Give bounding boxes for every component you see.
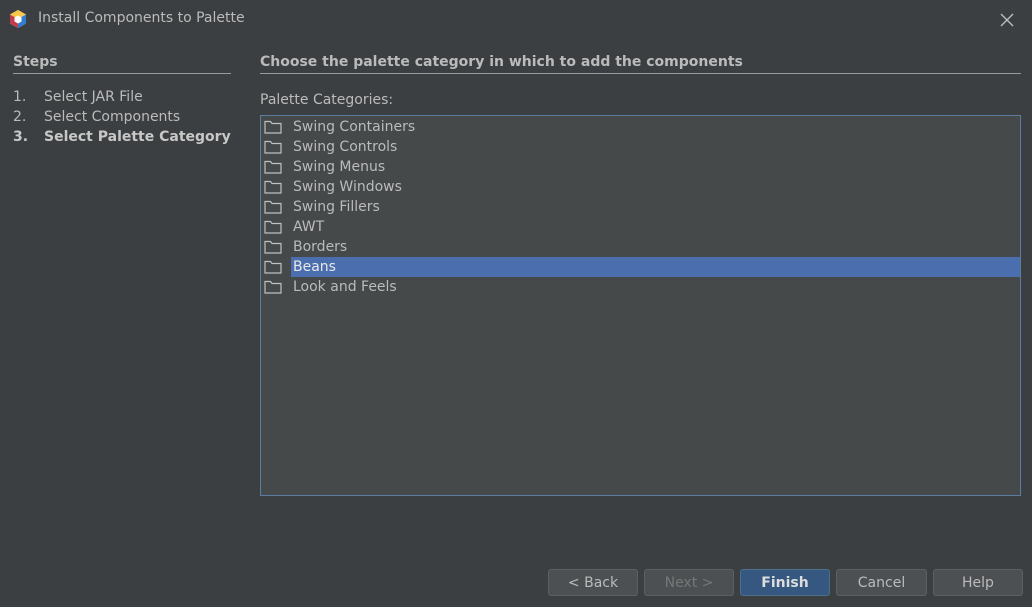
list-item-label: Swing Fillers xyxy=(293,199,380,215)
next-button[interactable]: Next > xyxy=(644,569,734,596)
window-title: Install Components to Palette xyxy=(38,10,245,26)
step-label: Select Palette Category xyxy=(44,129,231,145)
list-item-swing-controls[interactable]: Swing Controls xyxy=(261,137,1020,157)
finish-button[interactable]: Finish xyxy=(740,569,830,596)
list-item-swing-fillers[interactable]: Swing Fillers xyxy=(261,197,1020,217)
list-item-swing-windows[interactable]: Swing Windows xyxy=(261,177,1020,197)
steps-divider xyxy=(13,73,231,74)
list-item-awt[interactable]: AWT xyxy=(261,217,1020,237)
folder-icon xyxy=(264,200,282,214)
list-item-look-and-feels[interactable]: Look and Feels xyxy=(261,277,1020,297)
list-item-label: Borders xyxy=(293,239,348,255)
list-item-label: Swing Controls xyxy=(293,139,398,155)
title-bar: Install Components to Palette xyxy=(0,0,1032,38)
list-item-swing-menus[interactable]: Swing Menus xyxy=(261,157,1020,177)
step-label: Select Components xyxy=(44,109,181,125)
list-item-label: Swing Containers xyxy=(293,119,416,135)
palette-categories-label: Palette Categories: xyxy=(260,92,394,108)
heading-divider xyxy=(260,73,1021,74)
step-number: 3. xyxy=(13,129,29,145)
list-item-swing-containers[interactable]: Swing Containers xyxy=(261,117,1020,137)
netbeans-cube-icon xyxy=(10,10,26,28)
page-heading: Choose the palette category in which to … xyxy=(260,54,743,70)
folder-icon xyxy=(264,240,282,254)
close-icon[interactable] xyxy=(996,9,1018,31)
palette-categories-list[interactable]: Swing Containers Swing Controls Swing Me… xyxy=(260,115,1021,496)
folder-icon xyxy=(264,140,282,154)
step-label: Select JAR File xyxy=(44,89,143,105)
step-number: 2. xyxy=(13,109,27,125)
list-item-label: Swing Menus xyxy=(293,159,386,175)
help-button[interactable]: Help xyxy=(933,569,1023,596)
step-number: 1. xyxy=(13,89,27,105)
list-item-label: Beans xyxy=(291,257,1020,277)
folder-icon xyxy=(264,160,282,174)
list-item-label: Look and Feels xyxy=(293,279,397,295)
list-item-label: AWT xyxy=(293,219,325,235)
list-item-beans[interactable]: Beans xyxy=(261,257,1020,277)
list-item-borders[interactable]: Borders xyxy=(261,237,1020,257)
steps-heading: Steps xyxy=(13,54,58,70)
back-button[interactable]: < Back xyxy=(548,569,638,596)
list-item-label: Swing Windows xyxy=(293,179,402,195)
cancel-button[interactable]: Cancel xyxy=(836,569,927,596)
folder-icon xyxy=(264,180,282,194)
folder-icon xyxy=(264,120,282,134)
folder-icon xyxy=(264,220,282,234)
folder-icon xyxy=(264,260,282,274)
dialog-window: Install Components to Palette Steps 1. S… xyxy=(0,0,1032,607)
folder-icon xyxy=(264,280,282,294)
